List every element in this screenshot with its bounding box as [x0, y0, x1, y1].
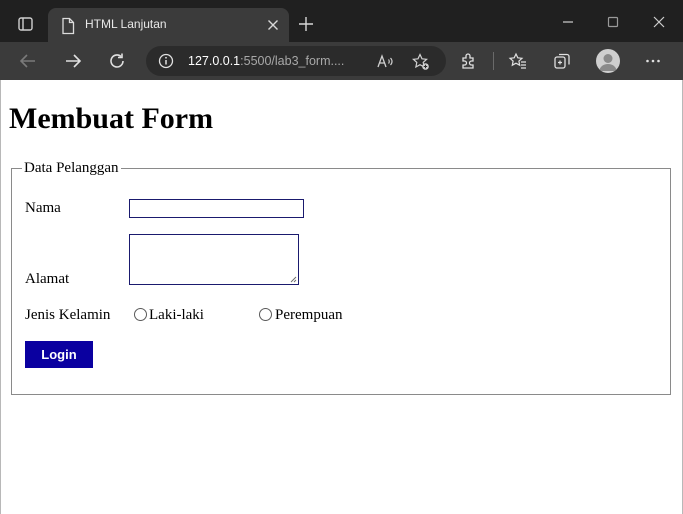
gender-label: Jenis Kelamin	[25, 307, 111, 323]
fieldset-legend: Data Pelanggan	[24, 160, 119, 176]
url-host: 127.0.0.1	[188, 54, 241, 68]
radio-male-label[interactable]: Laki-laki	[149, 307, 204, 324]
collections-icon[interactable]	[552, 51, 572, 71]
resize-grip-icon[interactable]	[289, 275, 297, 283]
login-button[interactable]: Login	[25, 341, 93, 368]
site-info-icon[interactable]	[158, 53, 174, 69]
add-favorite-icon[interactable]	[411, 52, 431, 72]
page-icon	[62, 17, 75, 35]
forward-icon[interactable]	[63, 51, 83, 71]
url-text: 127.0.0.1:5500/lab3_form....	[188, 54, 344, 68]
tab-title: HTML Lanjutan	[85, 17, 167, 31]
address-label: Alamat	[25, 271, 70, 287]
radio-female[interactable]	[259, 308, 272, 321]
tab-actions-icon[interactable]	[10, 13, 40, 37]
page-title: Membuat Form	[9, 102, 214, 135]
read-aloud-icon[interactable]	[375, 52, 395, 72]
back-icon[interactable]	[18, 51, 38, 71]
url-path: :5500/lab3_form....	[240, 54, 345, 68]
radio-female-label[interactable]: Perempuan	[275, 307, 342, 324]
customer-fieldset: Data Pelanggan	[11, 160, 671, 395]
address-bar[interactable]: 127.0.0.1:5500/lab3_form....	[146, 46, 446, 76]
address-textarea[interactable]	[129, 234, 299, 285]
maximize-icon[interactable]	[603, 12, 623, 32]
minimize-icon[interactable]	[558, 12, 578, 32]
extensions-icon[interactable]	[459, 51, 479, 71]
profile-avatar[interactable]	[596, 49, 620, 73]
browser-toolbar: 127.0.0.1:5500/lab3_form....	[0, 42, 683, 80]
radio-male[interactable]	[134, 308, 147, 321]
browser-tab[interactable]: HTML Lanjutan	[48, 8, 289, 42]
more-options-icon[interactable]	[643, 51, 663, 71]
name-input[interactable]	[129, 199, 304, 218]
browser-titlebar: HTML Lanjutan	[0, 0, 683, 42]
close-tab-icon[interactable]	[264, 16, 282, 34]
new-tab-icon[interactable]	[296, 14, 316, 34]
favorites-icon[interactable]	[508, 51, 528, 71]
profile-icon	[599, 54, 617, 71]
close-window-icon[interactable]	[649, 12, 669, 32]
name-label: Nama	[25, 200, 61, 216]
refresh-icon[interactable]	[107, 51, 127, 71]
toolbar-separator	[493, 52, 494, 70]
